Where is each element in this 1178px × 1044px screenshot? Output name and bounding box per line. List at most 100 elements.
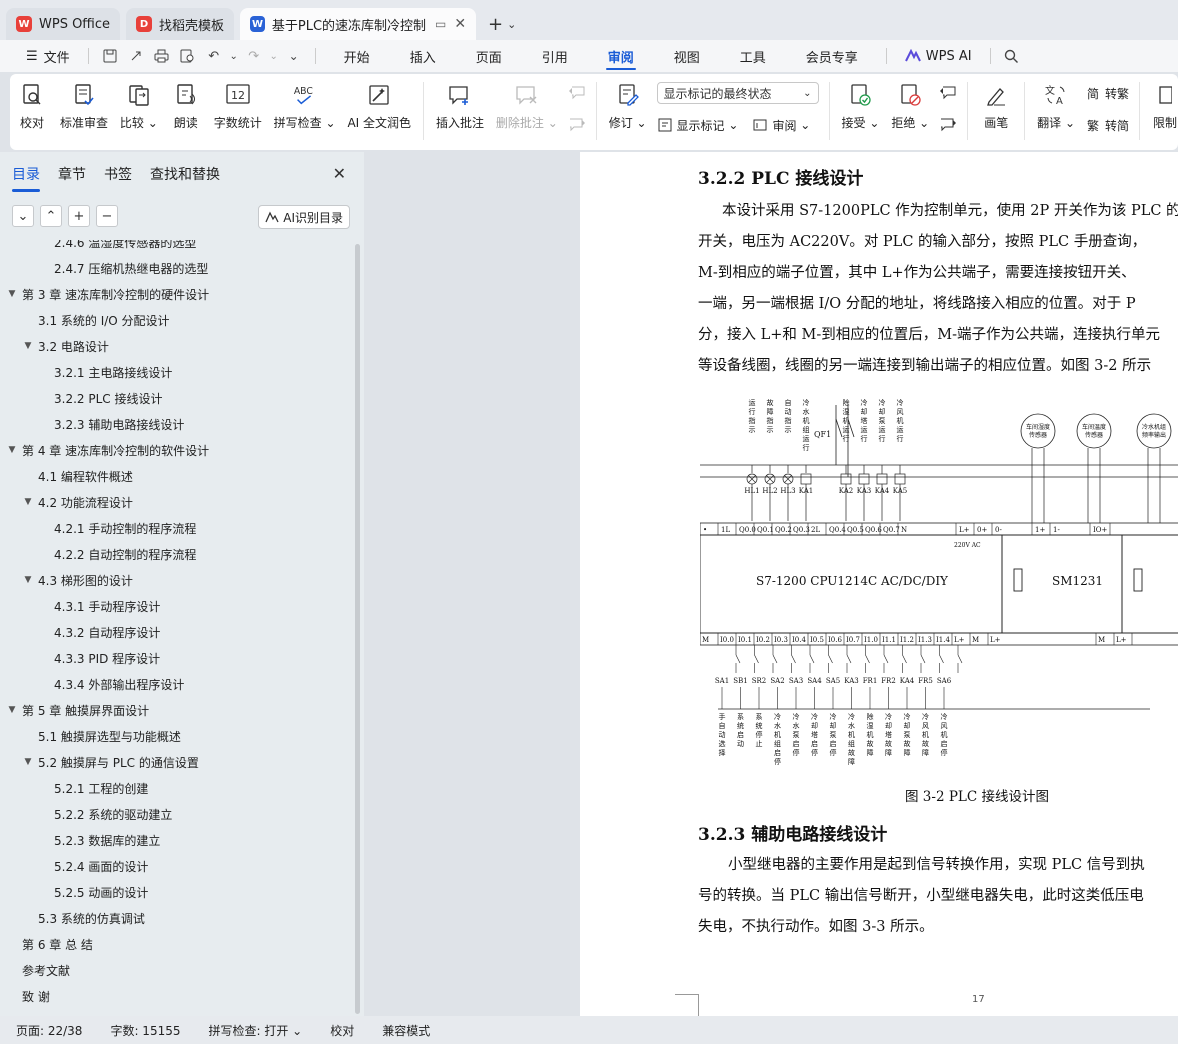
toc-item[interactable]: 5.3 系统的仿真调试 — [38, 905, 145, 931]
show-markup-button[interactable]: 显示标记 ⌄ — [657, 114, 738, 136]
toc-item[interactable]: 4.1 编程软件概述 — [38, 463, 133, 489]
expand-arrow-icon[interactable]: ▼ — [21, 341, 35, 351]
toc-item[interactable]: ▼ 第 3 章 速冻库制冷控制的硬件设计 — [5, 281, 210, 307]
redo-icon[interactable]: ↷ — [243, 46, 265, 66]
toc-item[interactable]: 4.2.1 手动控制的程序流程 — [54, 515, 196, 541]
add-icon[interactable]: + — [68, 205, 90, 227]
undo-icon[interactable]: ↶ — [203, 46, 225, 66]
toc-item[interactable]: 5.1 触摸屏选型与功能概述 — [38, 723, 181, 749]
tab-wps-office[interactable]: W WPS Office — [6, 8, 121, 40]
toc-item[interactable]: 4.3.1 手动程序设计 — [54, 593, 160, 619]
tab-review[interactable]: 审阅 — [588, 40, 654, 72]
to-traditional-button[interactable]: 简 转繁 — [1085, 82, 1129, 104]
insert-comment-button[interactable]: 插入批注 — [430, 82, 490, 131]
toc-item[interactable]: 4.3.3 PID 程序设计 — [54, 645, 160, 671]
toc-item[interactable]: 5.2.2 系统的驱动建立 — [54, 801, 172, 827]
tab-chapters[interactable]: 章节 — [58, 164, 86, 184]
collapse-down-icon[interactable]: ⌄ — [12, 205, 34, 227]
more-chevron-icon[interactable]: ⌄ — [283, 46, 305, 66]
expand-arrow-icon[interactable]: ▼ — [21, 497, 35, 507]
ai-polish-button[interactable]: AI 全文润色 — [342, 82, 417, 131]
tab-page[interactable]: 页面 — [456, 40, 522, 72]
toc-item[interactable]: ▼ 5.2 触摸屏与 PLC 的通信设置 — [21, 749, 199, 775]
toc-item[interactable]: 3.1 系统的 I/O 分配设计 — [38, 307, 170, 333]
toc-item[interactable]: ▼ 第 5 章 触摸屏界面设计 — [5, 697, 150, 723]
remove-icon[interactable]: − — [96, 205, 118, 227]
document-page[interactable]: 3.2.2 PLC 接线设计 本设计采用 S7-1200PLC 作为控制单元，使… — [580, 152, 1178, 1016]
read-aloud-button[interactable]: 朗读 — [164, 82, 208, 131]
expand-arrow-icon[interactable]: ▼ — [5, 445, 19, 455]
scrollbar[interactable] — [355, 244, 360, 1014]
toc-item[interactable]: 2.4.6 温湿度传感器的选型 — [54, 240, 196, 255]
toc-item[interactable]: 5.2.4 画面的设计 — [54, 853, 148, 879]
toc-item[interactable]: 5.2.5 动画的设计 — [54, 879, 148, 905]
toc-item[interactable]: ▼ 4.3 梯形图的设计 — [21, 567, 133, 593]
new-tab-button[interactable]: + ⌄ — [482, 8, 522, 40]
toc-item[interactable]: 5.2.3 数据库的建立 — [54, 827, 160, 853]
expand-arrow-icon[interactable]: ▼ — [21, 575, 35, 585]
page-indicator[interactable]: 页面: 22/38 — [16, 1022, 96, 1039]
spell-check-button[interactable]: ABC 拼写检查 ⌄ — [268, 82, 342, 131]
tab-find-replace[interactable]: 查找和替换 — [150, 164, 220, 184]
tab-tools[interactable]: 工具 — [720, 40, 786, 72]
print-preview-icon[interactable] — [177, 46, 199, 66]
toc-item[interactable]: ▼ 4.2 功能流程设计 — [21, 489, 133, 515]
tab-document[interactable]: W 基于PLC的速冻库制冷控制系 ▭ ✕ — [240, 8, 477, 40]
restrict-button[interactable]: 限制 — [1146, 82, 1178, 131]
file-menu[interactable]: ☰ 文件 — [16, 40, 80, 72]
pen-button[interactable]: 画笔 — [974, 82, 1018, 131]
markup-display-select[interactable]: 显示标记的最终状态 ⌄ — [656, 82, 819, 104]
expand-up-icon[interactable]: ⌃ — [40, 205, 62, 227]
toc-item[interactable]: 4.2.2 自动控制的程序流程 — [54, 541, 196, 567]
track-changes-button[interactable]: 修订 ⌄ — [603, 82, 653, 131]
accept-button[interactable]: 接受 ⌄ — [836, 82, 886, 131]
to-simplified-button[interactable]: 繁 转简 — [1085, 114, 1129, 136]
close-icon[interactable]: ✕ — [454, 16, 466, 32]
tab-toc[interactable]: 目录 — [12, 164, 40, 192]
tab-docer[interactable]: D 找稻壳模板 — [126, 8, 235, 40]
standard-review-button[interactable]: 标准审查 — [54, 82, 114, 131]
search-icon[interactable] — [1001, 46, 1023, 66]
wps-ai-button[interactable]: WPS AI — [895, 40, 982, 72]
expand-arrow-icon[interactable]: ▼ — [21, 757, 35, 767]
toc-item[interactable]: 3.2.3 辅助电路接线设计 — [54, 411, 184, 437]
close-icon[interactable]: ✕ — [333, 164, 346, 183]
prev-comment-icon[interactable] — [568, 82, 586, 104]
delete-comment-button[interactable]: 删除批注 ⌄ — [490, 82, 564, 131]
toc-item[interactable]: ▼ 第 4 章 速冻库制冷控制的软件设计 — [5, 437, 210, 463]
toc-item[interactable]: 3.2.2 PLC 接线设计 — [54, 385, 162, 411]
print-icon[interactable] — [151, 46, 173, 66]
toc-item[interactable]: 4.3.2 自动程序设计 — [54, 619, 160, 645]
tab-view[interactable]: 视图 — [654, 40, 720, 72]
save-icon[interactable] — [99, 46, 121, 66]
toc-item[interactable]: 3.2.1 主电路接线设计 — [54, 359, 172, 385]
word-count-button[interactable]: 12 字数统计 — [208, 82, 268, 131]
toc-item[interactable]: 4.3.4 外部输出程序设计 — [54, 671, 184, 697]
tab-insert[interactable]: 插入 — [390, 40, 456, 72]
toc-item[interactable]: 参考文献 — [22, 957, 70, 983]
chevron-down-icon[interactable]: ⌄ — [229, 46, 239, 66]
toc-item[interactable]: ▼ 3.2 电路设计 — [21, 333, 109, 359]
spell-check-status[interactable]: 拼写检查: 打开 ⌄ — [209, 1022, 317, 1039]
review-pane-button[interactable]: 审阅 ⌄ — [752, 114, 810, 136]
export-icon[interactable] — [125, 46, 147, 66]
prev-change-icon[interactable] — [939, 82, 957, 104]
translate-button[interactable]: 文A 翻译 ⌄ — [1031, 82, 1081, 131]
next-comment-icon[interactable] — [568, 114, 586, 136]
tab-reference[interactable]: 引用 — [522, 40, 588, 72]
toc-item[interactable]: 致 谢 — [22, 983, 50, 1009]
toc-item[interactable]: 5.2.1 工程的创建 — [54, 775, 148, 801]
proofread-status[interactable]: 校对 — [330, 1022, 368, 1039]
tab-member[interactable]: 会员专享 — [786, 40, 878, 72]
expand-arrow-icon[interactable]: ▼ — [5, 289, 19, 299]
reject-button[interactable]: 拒绝 ⌄ — [885, 82, 935, 131]
compare-button[interactable]: 比较 ⌄ — [114, 82, 164, 131]
toc-item[interactable]: 第 6 章 总 结 — [22, 931, 93, 957]
expand-arrow-icon[interactable]: ▼ — [5, 705, 19, 715]
toc-item[interactable]: 2.4.7 压缩机热继电器的选型 — [54, 255, 208, 281]
tab-bookmarks[interactable]: 书签 — [104, 164, 132, 184]
chevron-down-icon[interactable]: ⌄ — [269, 46, 279, 66]
word-count[interactable]: 字数: 15155 — [110, 1022, 194, 1039]
proofread-button[interactable]: 校对 — [10, 82, 54, 131]
tab-start[interactable]: 开始 — [324, 40, 390, 72]
